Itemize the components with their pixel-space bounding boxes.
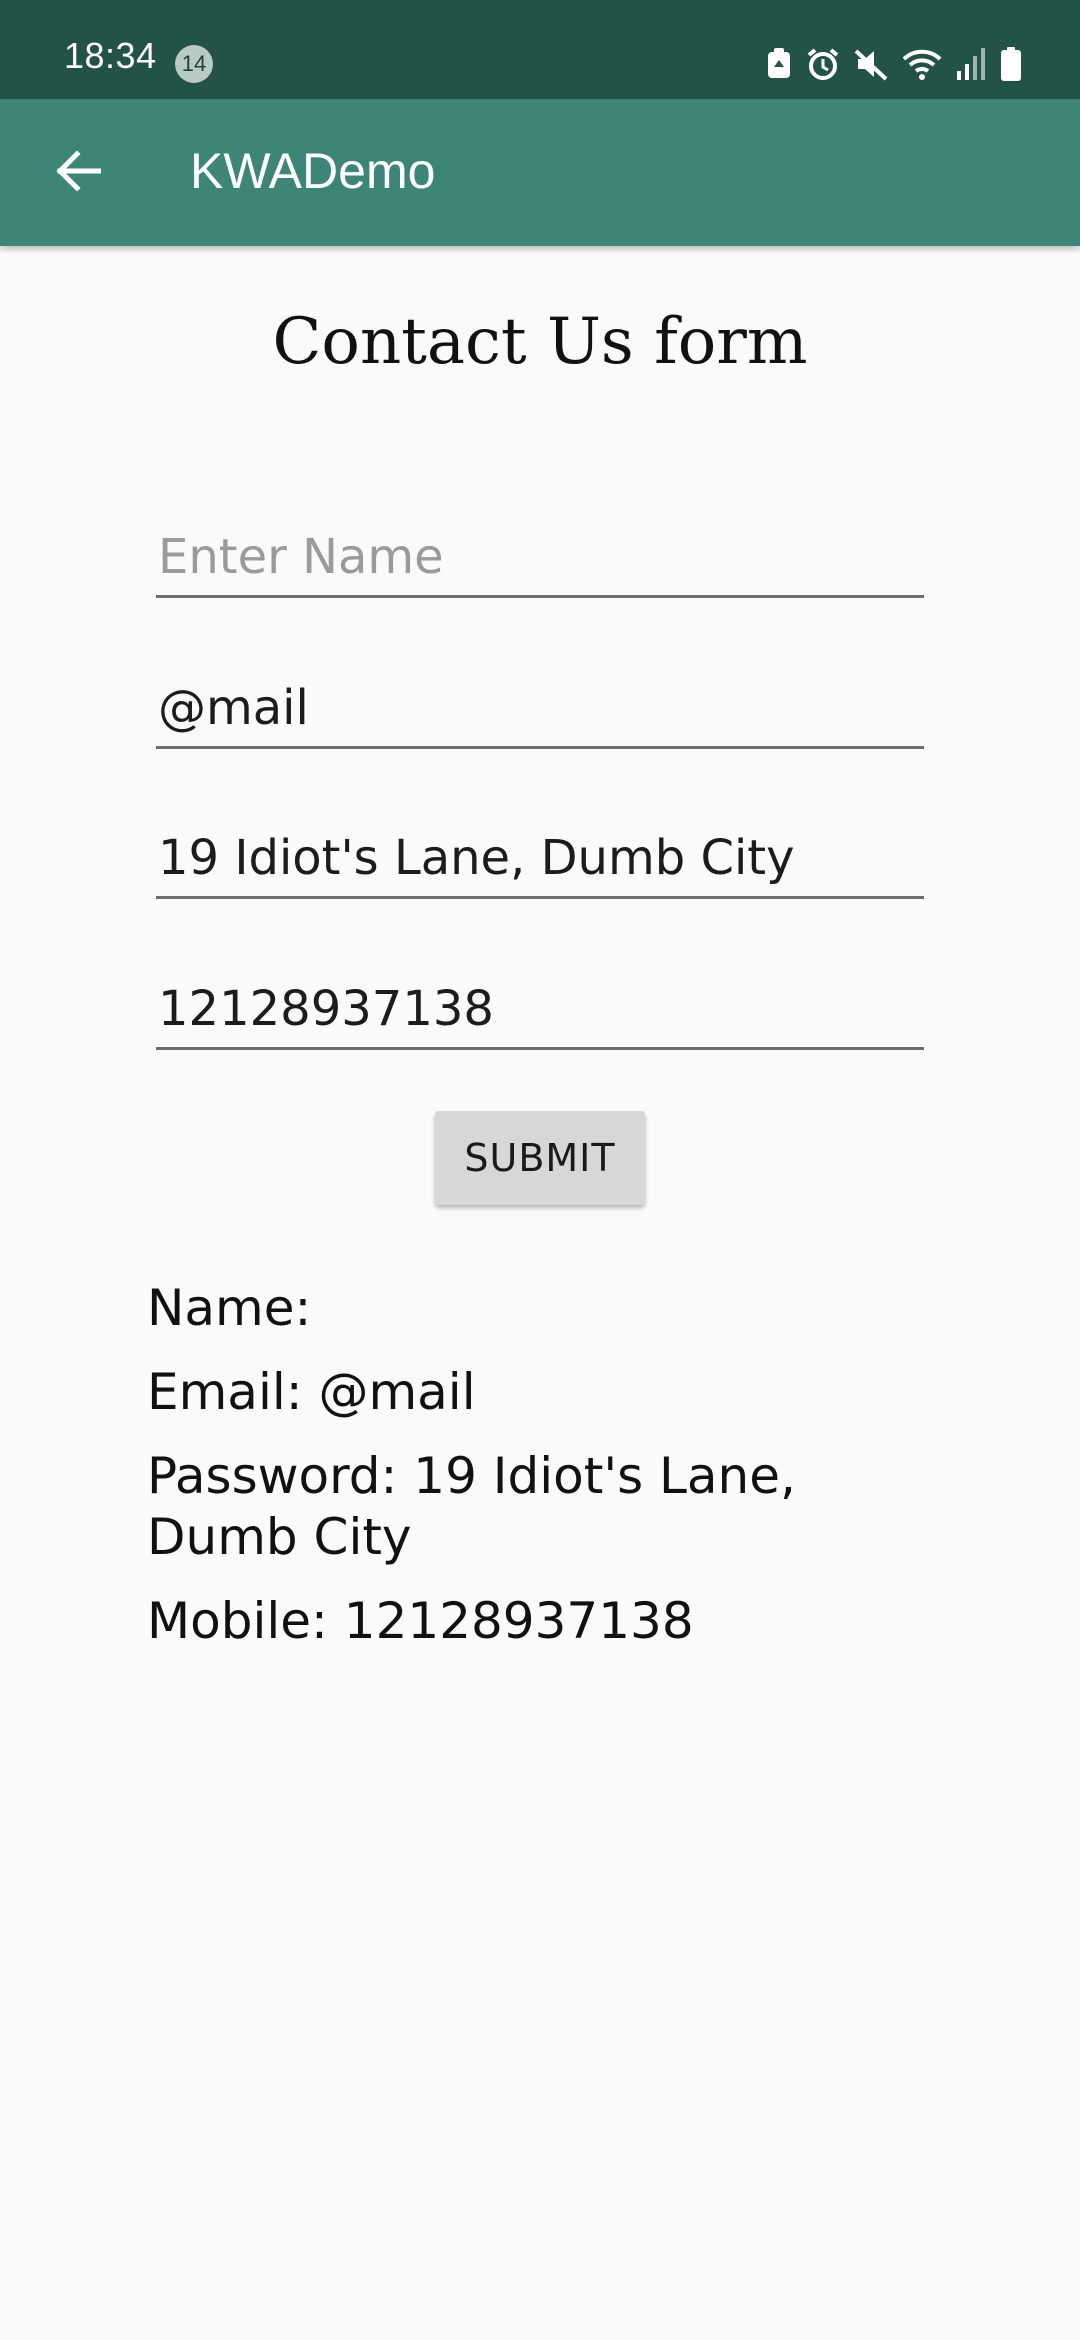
name-field-container (156, 508, 924, 598)
page-title: Contact Us form (272, 305, 808, 379)
arrow-left-icon (55, 149, 102, 196)
battery-icon (1000, 47, 1022, 81)
result-password: Password: 19 Idiot's Lane, Dumb City (147, 1447, 796, 1566)
mute-icon (854, 47, 888, 81)
password-input[interactable] (156, 830, 924, 886)
name-input[interactable] (156, 529, 924, 585)
app-title: KWADemo (190, 143, 436, 199)
submit-button[interactable]: SUBMIT (435, 1111, 645, 1205)
result-email: Email: @mail (147, 1363, 476, 1421)
app-bar: KWADemo (0, 99, 1080, 246)
email-input[interactable] (156, 680, 924, 736)
status-bar: 18:34 14 (0, 0, 1080, 99)
status-time: 18:34 (64, 35, 157, 76)
notification-count-badge: 14 (175, 45, 213, 83)
wifi-icon (902, 47, 942, 81)
address-field-container (156, 809, 924, 899)
result-name: Name: (147, 1279, 312, 1337)
mobile-input[interactable] (156, 981, 924, 1037)
recycle-icon (766, 48, 792, 80)
alarm-icon (806, 47, 840, 81)
email-field-container (156, 659, 924, 749)
result-summary: Name: Email: @mail Password: 19 Idiot's … (147, 1278, 947, 1675)
back-button[interactable] (28, 123, 128, 223)
status-icons (766, 44, 1022, 84)
mobile-field-container (156, 960, 924, 1050)
result-mobile: Mobile: 12128937138 (147, 1592, 694, 1650)
signal-icon (956, 47, 986, 81)
